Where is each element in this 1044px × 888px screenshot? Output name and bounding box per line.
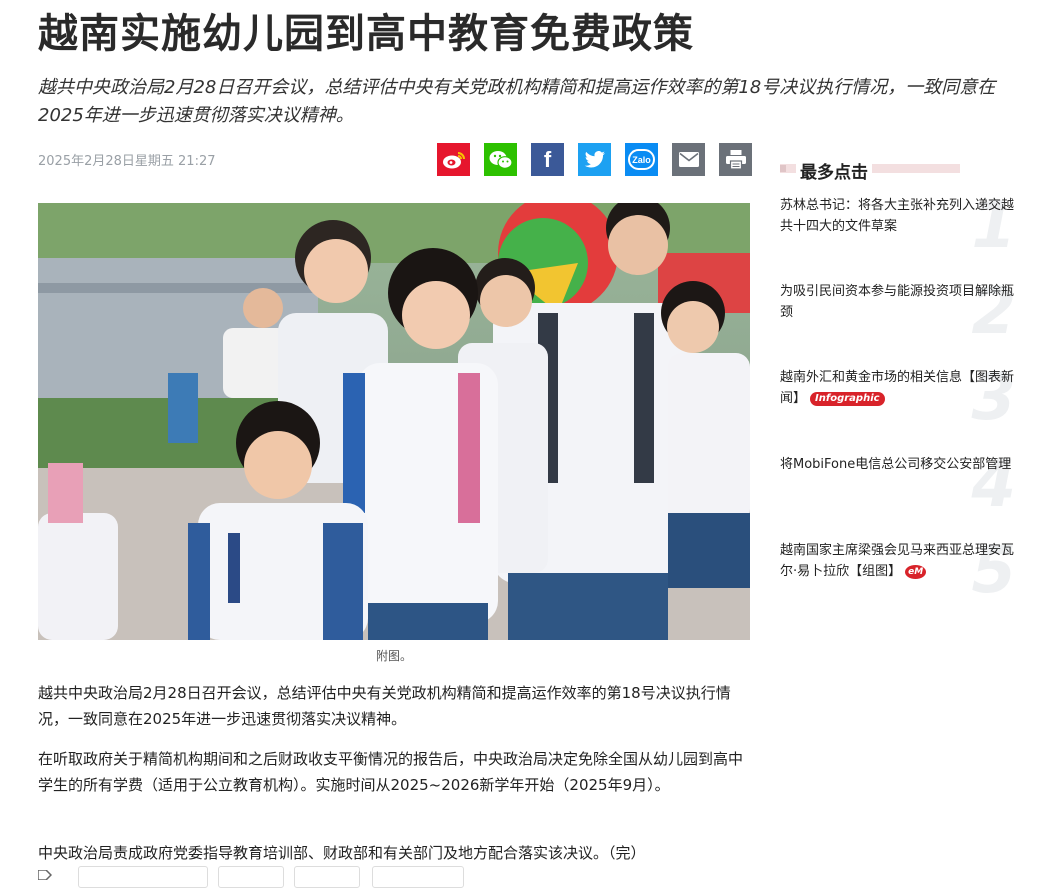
most-clicked-item[interactable]: 2 为吸引民间资本参与能源投资项目解除瓶颈 [780,277,1020,361]
most-clicked-title-link[interactable]: 将MobiFone电信总公司移交公安部管理 [780,457,1011,472]
most-clicked-item[interactable]: 5 越南国家主席梁强会见马来西亚总理安瓦尔·易卜拉欣【组图】 eM [780,536,1020,620]
article-paragraph: 中央政治局责成政府党委指导教育培训部、财政部和有关部门及地方配合落实该决议。（完… [38,844,646,862]
article-title: 越南实施幼儿园到高中教育免费政策 [38,11,694,57]
students-photo-image [38,203,750,640]
most-clicked-item[interactable]: 1 苏林总书记：将各大主张补充列入递交越共十四大的文件草案 [780,191,1020,275]
tag-icon [38,870,52,880]
email-icon [678,152,699,167]
tag-chip[interactable] [78,866,208,888]
zalo-share-button[interactable]: Zalo [625,143,658,176]
most-clicked-heading: 最多点击 [780,158,970,184]
print-icon [725,150,746,169]
tag-chip[interactable] [372,866,464,888]
article-date: 2025年2月28日星期五 21:27 [38,154,216,169]
emagazine-badge: eM [905,565,927,579]
tag-chip[interactable] [294,866,360,888]
article-photo [38,203,750,640]
most-clicked-item[interactable]: 4 将MobiFone电信总公司移交公安部管理 [780,450,1020,534]
article-paragraph: 在听取政府关于精简机构期间和之后财政收支平衡情况的报告后，中央政治局决定免除全国… [38,750,744,794]
print-button[interactable] [719,143,752,176]
photo-caption: 附图。 [375,649,412,663]
weibo-icon [442,151,465,168]
heading-marker [780,165,786,172]
most-clicked-title-link[interactable]: 苏林总书记：将各大主张补充列入递交越共十四大的文件草案 [780,198,1014,234]
weibo-share-button[interactable] [437,143,470,176]
zalo-icon: Zalo [628,149,655,170]
infographic-badge: Infographic [810,392,885,406]
wechat-share-button[interactable] [484,143,517,176]
article-sapo: 越共中央政治局2月28日召开会议，总结评估中央有关党政机构精简和提高运作效率的第… [38,77,996,126]
most-clicked-title-link[interactable]: 越南国家主席梁强会见马来西亚总理安瓦尔·易卜拉欣【组图】 [780,543,1014,579]
tag-chip[interactable] [218,866,284,888]
facebook-icon: f [543,146,552,172]
most-clicked-title-link[interactable]: 为吸引民间资本参与能源投资项目解除瓶颈 [780,284,1014,320]
most-clicked-title: 最多点击 [796,158,872,183]
email-share-button[interactable] [672,143,705,176]
most-clicked-item[interactable]: 3 越南外汇和黄金市场的相关信息【图表新闻】 Infographic [780,363,1020,447]
zalo-label: Zalo [632,154,651,165]
twitter-icon [584,150,605,168]
facebook-share-button[interactable]: f [531,143,564,176]
twitter-share-button[interactable] [578,143,611,176]
wechat-icon [489,150,513,169]
article-paragraph: 越共中央政治局2月28日召开会议，总结评估中央有关党政机构精简和提高运作效率的第… [38,684,731,728]
